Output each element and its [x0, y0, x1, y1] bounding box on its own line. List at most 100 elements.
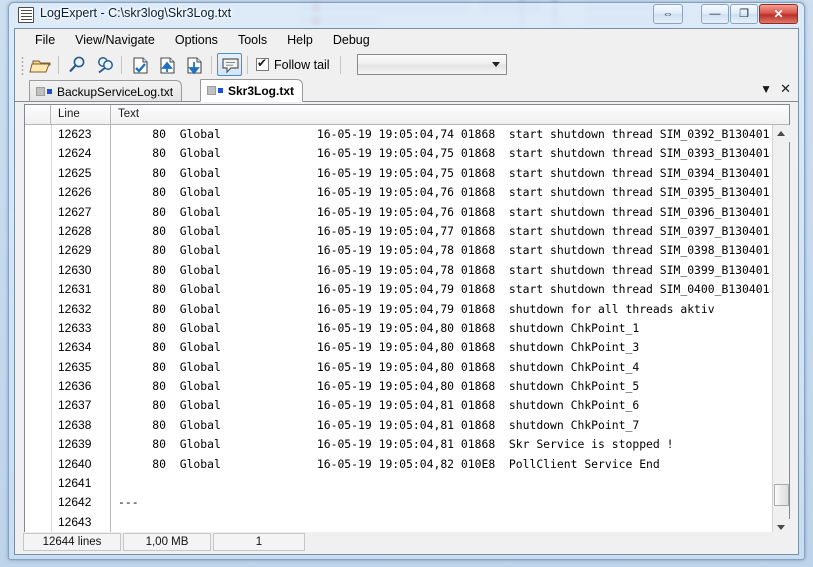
row-text: 80 Global 16-05-19 19:05:04,80 01868 shu… — [118, 359, 640, 374]
resize-button[interactable]: ⇔ — [653, 4, 683, 24]
row-select-cell[interactable] — [25, 222, 51, 241]
table-row[interactable]: 12623 80 Global 16-05-19 19:05:04,74 018… — [25, 125, 772, 145]
row-text: 80 Global 16-05-19 19:05:04,81 01868 shu… — [118, 398, 640, 413]
table-row[interactable]: 12635 80 Global 16-05-19 19:05:04,80 018… — [25, 357, 772, 378]
row-select-cell[interactable] — [25, 338, 51, 357]
row-select-cell[interactable] — [25, 396, 51, 415]
speech-bubble-glyph — [222, 58, 239, 74]
row-select-cell[interactable] — [25, 416, 51, 435]
search-next-icon[interactable] — [91, 53, 116, 76]
table-row[interactable]: 12632 80 Global 16-05-19 19:05:04,79 018… — [25, 299, 772, 319]
row-select-cell[interactable] — [25, 164, 51, 183]
row-select-cell[interactable] — [25, 280, 51, 299]
search-icon[interactable] — [64, 53, 89, 76]
table-row[interactable]: 12640 80 Global 16-05-19 19:05:04,82 010… — [25, 454, 772, 475]
row-text: 80 Global 16-05-19 19:05:04,81 01868 Skr… — [118, 437, 674, 452]
page-up-arrow-glyph — [160, 57, 175, 74]
table-row[interactable]: 12628 80 Global 16-05-19 19:05:04,77 018… — [25, 221, 772, 242]
row-text: --- — [118, 495, 139, 510]
row-line-number: 12625 — [51, 163, 111, 184]
tab-list-dropdown-icon[interactable]: ▼ — [760, 82, 772, 96]
maximize-button[interactable]: ❐ — [730, 4, 758, 24]
client-area: File View/Navigate Options Tools Help De… — [14, 28, 799, 555]
bookmark-toggle-icon[interactable] — [127, 53, 152, 76]
table-row[interactable]: 12630 80 Global 16-05-19 19:05:04,78 018… — [25, 260, 772, 281]
resize-arrows-icon: ⇔ — [662, 7, 674, 20]
row-select-cell[interactable] — [25, 513, 51, 532]
menu-item-options[interactable]: Options — [165, 30, 228, 50]
bookmark-prev-icon[interactable] — [154, 53, 179, 76]
scroll-up-button[interactable] — [773, 125, 790, 142]
row-line-number: 12638 — [51, 415, 111, 436]
row-line-number: 12631 — [51, 280, 111, 300]
table-row[interactable]: 12631 80 Global 16-05-19 19:05:04,79 018… — [25, 280, 772, 300]
column-header-line[interactable]: Line — [51, 105, 111, 124]
row-text: 80 Global 16-05-19 19:05:04,75 01868 sta… — [118, 146, 770, 161]
table-row[interactable]: 12639 80 Global 16-05-19 19:05:04,81 018… — [25, 435, 772, 455]
row-select-cell[interactable] — [25, 144, 51, 163]
table-row[interactable]: 12634 80 Global 16-05-19 19:05:04,80 018… — [25, 338, 772, 358]
table-row[interactable]: 12624 80 Global 16-05-19 19:05:04,75 018… — [25, 144, 772, 164]
toolbar-separator — [211, 55, 212, 74]
open-file-icon[interactable] — [28, 53, 53, 76]
tab-close-icon[interactable]: ✕ — [780, 82, 791, 96]
log-grid: Line Text 12623 80 Global 16-05-19 19:05… — [24, 104, 790, 536]
row-select-cell[interactable] — [25, 358, 51, 377]
chevron-down-icon — [491, 62, 500, 67]
toolbar-separator — [58, 55, 59, 74]
table-row[interactable]: 12627 80 Global 16-05-19 19:05:04,76 018… — [25, 202, 772, 222]
row-select-cell[interactable] — [25, 435, 51, 454]
row-select-cell[interactable] — [25, 319, 51, 338]
menu-item-tools[interactable]: Tools — [228, 30, 277, 50]
row-line-number: 12643 — [51, 512, 111, 533]
close-icon: ✕ — [773, 7, 784, 21]
row-select-cell[interactable] — [25, 493, 51, 512]
row-select-cell[interactable] — [25, 300, 51, 319]
follow-tail-checkbox[interactable]: Follow tail — [256, 56, 330, 72]
toolbar-separator — [247, 55, 248, 74]
status-dot-icon — [47, 89, 52, 94]
row-select-cell[interactable] — [25, 241, 51, 260]
menu-item-view-navigate[interactable]: View/Navigate — [65, 30, 165, 50]
table-row[interactable]: 12637 80 Global 16-05-19 19:05:04,81 018… — [25, 396, 772, 416]
title-bar[interactable]: LogExpert - C:\skr3log\Skr3Log.txt ⇔ — ❐… — [8, 2, 805, 30]
column-header-select[interactable] — [25, 105, 51, 124]
grid-rows[interactable]: 12623 80 Global 16-05-19 19:05:04,74 018… — [25, 125, 772, 536]
row-select-cell[interactable] — [25, 377, 51, 396]
row-select-cell[interactable] — [25, 125, 51, 144]
row-select-cell[interactable] — [25, 261, 51, 280]
menu-item-file[interactable]: File — [25, 30, 65, 50]
table-row[interactable]: 12636 80 Global 16-05-19 19:05:04,80 018… — [25, 377, 772, 397]
row-select-cell[interactable] — [25, 183, 51, 202]
table-row[interactable]: 12641 — [25, 474, 772, 494]
scrollbar-thumb[interactable] — [774, 484, 789, 506]
table-row[interactable]: 12638 80 Global 16-05-19 19:05:04,81 018… — [25, 415, 772, 436]
table-row[interactable]: 12643 — [25, 512, 772, 533]
minimize-button[interactable]: — — [701, 4, 729, 24]
bookmark-next-icon[interactable] — [181, 53, 206, 76]
table-row[interactable]: 12633 80 Global 16-05-19 19:05:04,80 018… — [25, 318, 772, 339]
table-row[interactable]: 12626 80 Global 16-05-19 19:05:04,76 018… — [25, 183, 772, 203]
vertical-scrollbar[interactable] — [772, 125, 790, 536]
window-title: LogExpert - C:\skr3log\Skr3Log.txt — [40, 6, 232, 20]
close-button[interactable]: ✕ — [759, 4, 798, 24]
tab-strip: BackupServiceLog.txt Skr3Log.txt ▼ ✕ — [15, 78, 798, 102]
status-dot-icon — [218, 88, 223, 93]
table-row[interactable]: 12625 80 Global 16-05-19 19:05:04,75 018… — [25, 163, 772, 184]
table-row[interactable]: 12629 80 Global 16-05-19 19:05:04,78 018… — [25, 241, 772, 261]
tab-skr3log[interactable]: Skr3Log.txt — [200, 79, 304, 102]
toolbar-grip[interactable] — [19, 54, 27, 75]
row-text — [111, 474, 772, 493]
table-row[interactable]: 12642 --- — [25, 493, 772, 513]
row-line-number: 12628 — [51, 221, 111, 242]
filter-combo-box[interactable] — [356, 54, 507, 75]
bookmark-comment-icon[interactable] — [217, 53, 242, 76]
row-line-number: 12642 — [51, 493, 111, 513]
column-header-text[interactable]: Text — [111, 105, 774, 124]
tab-backupservicelog[interactable]: BackupServiceLog.txt — [29, 80, 183, 102]
row-select-cell[interactable] — [25, 455, 51, 474]
row-select-cell[interactable] — [25, 203, 51, 222]
row-select-cell[interactable] — [25, 474, 51, 493]
menu-item-help[interactable]: Help — [277, 30, 323, 50]
menu-item-debug[interactable]: Debug — [323, 30, 380, 50]
